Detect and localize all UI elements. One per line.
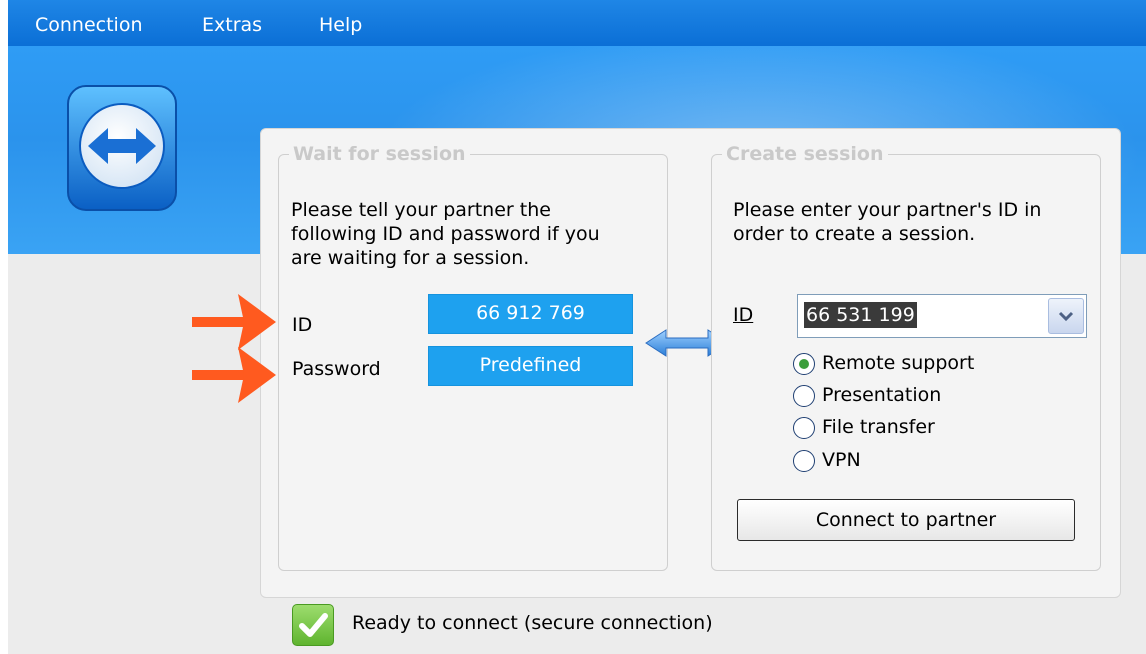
create-instructions-line2: order to create a session. <box>733 223 976 245</box>
chevron-down-icon <box>1058 311 1074 322</box>
radio-label: Presentation <box>822 384 942 406</box>
menu-connection[interactable]: Connection <box>35 14 143 36</box>
check-icon <box>299 613 328 637</box>
radio-label: File transfer <box>822 416 935 438</box>
radio-button[interactable] <box>793 450 815 472</box>
connect-to-partner-button[interactable]: Connect to partner <box>737 499 1075 541</box>
menu-help[interactable]: Help <box>319 14 362 36</box>
window-edge <box>0 0 8 654</box>
annotation-arrows <box>192 294 276 403</box>
radio-label: Remote support <box>822 352 975 374</box>
teamviewer-logo-icon <box>67 85 177 211</box>
arrow-right-icon <box>192 347 276 403</box>
create-session-title: Create session <box>722 143 888 165</box>
wait-instructions-line2: following ID and password if you <box>291 223 600 245</box>
menu-extras[interactable]: Extras <box>202 14 262 36</box>
status-text: Ready to connect (secure connection) <box>352 612 713 634</box>
status-icon-box <box>292 604 334 646</box>
radio-button[interactable] <box>793 385 815 407</box>
password-label: Password <box>292 358 381 380</box>
create-instructions-line1: Please enter your partner's ID in <box>733 199 1042 221</box>
menu-bar: Connection Extras Help <box>8 0 1146 46</box>
own-id-value[interactable]: 66 912 769 <box>428 294 633 334</box>
radio-label: VPN <box>822 449 861 471</box>
wait-session-title: Wait for session <box>289 143 470 165</box>
arrow-right-icon <box>192 294 276 350</box>
partner-id-combobox[interactable]: 66 531 199 <box>797 294 1087 338</box>
partner-id-input[interactable]: 66 531 199 <box>804 302 917 328</box>
wait-instructions-line3: are waiting for a session. <box>291 247 530 269</box>
partner-id-label: ID <box>733 304 754 326</box>
wait-instructions-line1: Please tell your partner the <box>291 199 551 221</box>
own-id-label: ID <box>292 314 313 336</box>
dropdown-button[interactable] <box>1048 298 1084 334</box>
radio-button[interactable] <box>793 417 815 439</box>
password-value[interactable]: Predefined <box>428 346 633 386</box>
radio-button[interactable] <box>793 353 815 375</box>
